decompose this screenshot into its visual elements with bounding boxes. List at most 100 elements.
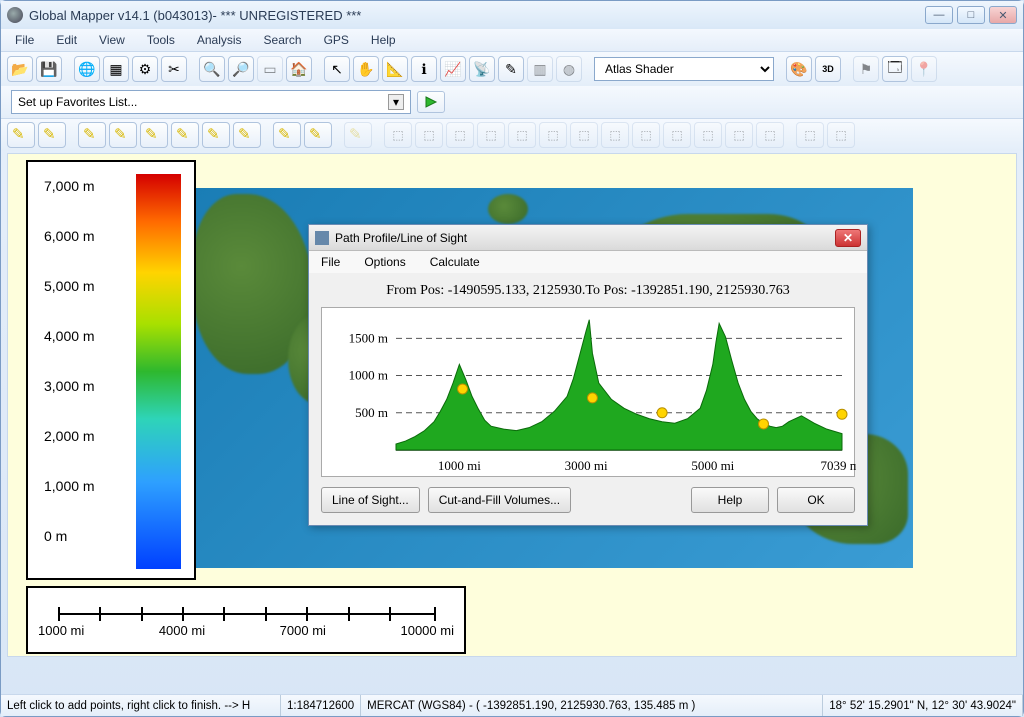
dig-d7-icon[interactable]: ⬚ bbox=[539, 122, 567, 148]
menubar: File Edit View Tools Analysis Search GPS… bbox=[1, 29, 1023, 51]
dig-free-icon[interactable] bbox=[304, 122, 332, 148]
elevation-profile-chart[interactable]: 500 m1000 m1500 m1000 mi3000 mi5000 mi70… bbox=[321, 307, 855, 477]
run-favorite-button[interactable] bbox=[417, 91, 445, 113]
menu-analysis[interactable]: Analysis bbox=[187, 31, 252, 49]
dig-cogo-icon[interactable] bbox=[171, 122, 199, 148]
dig-d15-icon[interactable]: ⬚ bbox=[796, 122, 824, 148]
elev-tick-4: 3,000 m bbox=[44, 378, 95, 394]
menu-file[interactable]: File bbox=[5, 31, 44, 49]
favorites-select[interactable]: Set up Favorites List... ▾ bbox=[11, 90, 411, 114]
globe-icon[interactable]: 🌐 bbox=[74, 56, 100, 82]
dig-trace-icon[interactable] bbox=[273, 122, 301, 148]
profile-icon[interactable]: 📈 bbox=[440, 56, 466, 82]
scale-label-3: 10000 mi bbox=[400, 623, 453, 638]
gradient-bar bbox=[136, 174, 181, 569]
dig-d12-icon[interactable]: ⬚ bbox=[694, 122, 722, 148]
chevron-down-icon: ▾ bbox=[388, 94, 404, 110]
close-button[interactable]: ✕ bbox=[989, 6, 1017, 24]
tool6-icon[interactable]: ◍ bbox=[556, 56, 582, 82]
dig-range-icon[interactable] bbox=[202, 122, 230, 148]
line-of-sight-button[interactable]: Line of Sight... bbox=[321, 487, 420, 513]
dig-line-icon[interactable] bbox=[38, 122, 66, 148]
elev-tick-7: 0 m bbox=[44, 528, 67, 544]
dig-grid-icon[interactable] bbox=[233, 122, 261, 148]
minimize-button[interactable]: — bbox=[925, 6, 953, 24]
dlg-menu-calculate[interactable]: Calculate bbox=[424, 253, 486, 271]
titlebar: Global Mapper v14.1 (b043013)- *** UNREG… bbox=[1, 1, 1023, 29]
zoom-out-icon[interactable]: 🔎 bbox=[228, 56, 254, 82]
config-icon[interactable]: ⚙ bbox=[132, 56, 158, 82]
dig-d2-icon[interactable]: ⬚ bbox=[384, 122, 412, 148]
open-icon[interactable]: 📂 bbox=[7, 56, 33, 82]
tool5-icon[interactable]: ▥ bbox=[527, 56, 553, 82]
shader-select[interactable]: Atlas Shader bbox=[594, 57, 774, 81]
pan-icon[interactable]: ✋ bbox=[353, 56, 379, 82]
dlg-menu-options[interactable]: Options bbox=[358, 253, 411, 271]
dig-d4-icon[interactable]: ⬚ bbox=[446, 122, 474, 148]
dig-d11-icon[interactable]: ⬚ bbox=[663, 122, 691, 148]
map-canvas[interactable]: 7,000 m6,000 m5,000 m4,000 m3,000 m2,000… bbox=[7, 153, 1017, 657]
dig-d16-icon[interactable]: ⬚ bbox=[827, 122, 855, 148]
dig-d13-icon[interactable]: ⬚ bbox=[725, 122, 753, 148]
status-projection: MERCAT (WGS84) - ( -1392851.190, 2125930… bbox=[361, 695, 823, 716]
info-icon[interactable]: ℹ bbox=[411, 56, 437, 82]
scale-label-1: 4000 mi bbox=[159, 623, 205, 638]
svg-text:1500 m: 1500 m bbox=[349, 330, 388, 345]
dialog-icon bbox=[315, 231, 329, 245]
dialog-close-button[interactable]: ✕ bbox=[835, 229, 861, 247]
dialog-title: Path Profile/Line of Sight bbox=[335, 231, 467, 245]
path-profile-dialog: Path Profile/Line of Sight ✕ File Option… bbox=[308, 224, 868, 526]
elevation-legend: 7,000 m6,000 m5,000 m4,000 m3,000 m2,000… bbox=[26, 160, 196, 580]
dig-d5-icon[interactable]: ⬚ bbox=[477, 122, 505, 148]
pencil-icon[interactable]: ✎ bbox=[498, 56, 524, 82]
ok-button[interactable]: OK bbox=[777, 487, 855, 513]
dlg-menu-file[interactable]: File bbox=[315, 253, 346, 271]
dig-point-icon[interactable] bbox=[7, 122, 35, 148]
antenna-icon[interactable]: 📡 bbox=[469, 56, 495, 82]
menu-edit[interactable]: Edit bbox=[46, 31, 87, 49]
status-coords: 18° 52' 15.2901" N, 12° 30' 43.9024" bbox=[823, 695, 1023, 716]
menu-search[interactable]: Search bbox=[254, 31, 312, 49]
maximize-button[interactable]: □ bbox=[957, 6, 985, 24]
zoom-in-icon[interactable]: 🔍 bbox=[199, 56, 225, 82]
palette-icon[interactable]: 🎨 bbox=[786, 56, 812, 82]
zoom-extent-icon[interactable]: ▭ bbox=[257, 56, 283, 82]
save-icon[interactable]: 💾 bbox=[36, 56, 62, 82]
home-icon[interactable]: 🏠 bbox=[286, 56, 312, 82]
dig-d10-icon[interactable]: ⬚ bbox=[632, 122, 660, 148]
digitize-toolbar: ⬚ ⬚ ⬚ ⬚ ⬚ ⬚ ⬚ ⬚ ⬚ ⬚ ⬚ ⬚ ⬚ ⬚ ⬚ bbox=[1, 118, 1023, 151]
dig-d1-icon[interactable] bbox=[344, 122, 372, 148]
tool-icon[interactable]: ✂ bbox=[161, 56, 187, 82]
dialog-titlebar[interactable]: Path Profile/Line of Sight ✕ bbox=[309, 225, 867, 251]
position-text: From Pos: -1490595.133, 2125930.To Pos: … bbox=[321, 279, 855, 307]
favorites-row: Set up Favorites List... ▾ bbox=[1, 86, 1023, 118]
dialog-menubar: File Options Calculate bbox=[309, 251, 867, 273]
measure-icon[interactable]: 📐 bbox=[382, 56, 408, 82]
svg-text:5000 mi: 5000 mi bbox=[691, 458, 734, 473]
dig-area-icon[interactable] bbox=[78, 122, 106, 148]
menu-tools[interactable]: Tools bbox=[137, 31, 185, 49]
cut-fill-button[interactable]: Cut-and-Fill Volumes... bbox=[428, 487, 571, 513]
svg-text:500 m: 500 m bbox=[355, 405, 388, 420]
flag-icon[interactable]: ⚑ bbox=[853, 56, 879, 82]
elev-tick-0: 7,000 m bbox=[44, 178, 95, 194]
menu-help[interactable]: Help bbox=[361, 31, 406, 49]
menu-gps[interactable]: GPS bbox=[314, 31, 359, 49]
status-hint: Left click to add points, right click to… bbox=[1, 695, 281, 716]
menu-view[interactable]: View bbox=[89, 31, 135, 49]
pin-icon[interactable]: 📍 bbox=[911, 56, 937, 82]
dig-circle-icon[interactable] bbox=[140, 122, 168, 148]
dig-d14-icon[interactable]: ⬚ bbox=[756, 122, 784, 148]
elev-tick-3: 4,000 m bbox=[44, 328, 95, 344]
dig-rect-icon[interactable] bbox=[109, 122, 137, 148]
pointer-icon[interactable]: ↖ bbox=[324, 56, 350, 82]
window-icon[interactable]: 🗔 bbox=[882, 56, 908, 82]
dig-d8-icon[interactable]: ⬚ bbox=[570, 122, 598, 148]
help-button[interactable]: Help bbox=[691, 487, 769, 513]
dig-d3-icon[interactable]: ⬚ bbox=[415, 122, 443, 148]
view3d-icon[interactable]: 3D bbox=[815, 56, 841, 82]
layers-icon[interactable]: ▦ bbox=[103, 56, 129, 82]
elev-tick-6: 1,000 m bbox=[44, 478, 95, 494]
dig-d9-icon[interactable]: ⬚ bbox=[601, 122, 629, 148]
dig-d6-icon[interactable]: ⬚ bbox=[508, 122, 536, 148]
